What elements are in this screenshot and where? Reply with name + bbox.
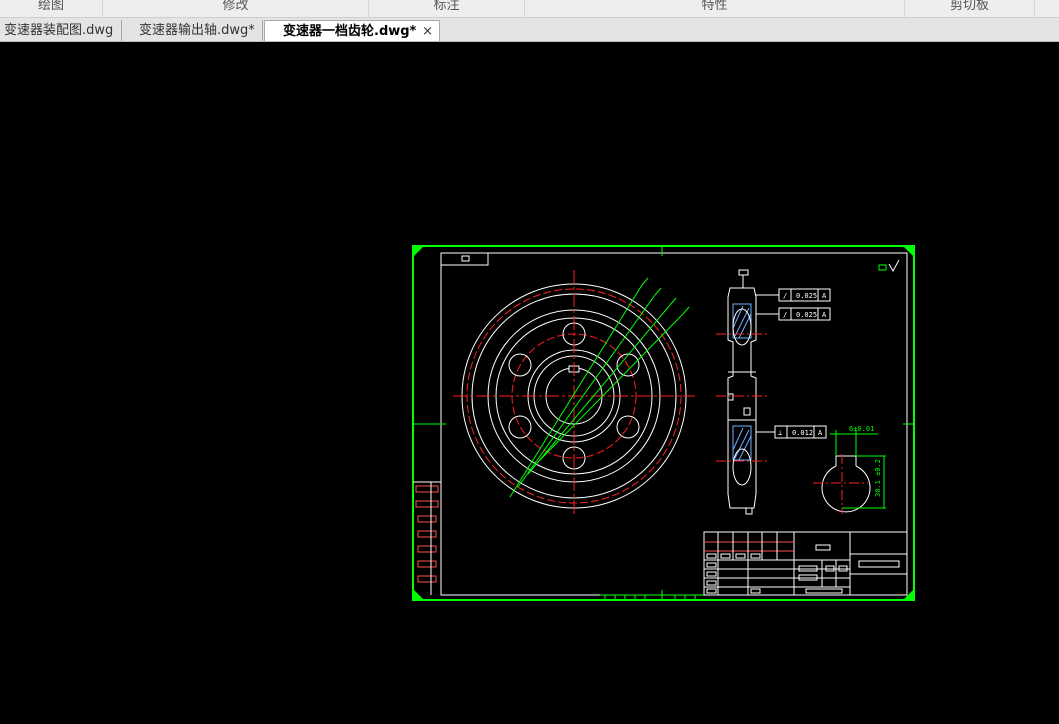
sheet-inner-frame [440,252,908,596]
keyway-width-dimension: 6±0.01 [849,425,874,433]
svg-text:/: / [783,292,787,300]
keyway-depth-dimension: 30.1 ±0.2 [874,459,882,497]
svg-text:A: A [822,292,827,300]
tab-assembly-drawing[interactable]: 变速器装配图.dwg [0,20,122,41]
ribbon-group-modify: 修改 [103,0,369,17]
sheet-outer-frame [412,245,915,601]
svg-text:A: A [822,311,827,319]
ribbon-group-annotate: 标注 [369,0,525,17]
tolerance-value-3: 0.012 [792,429,813,437]
tab-label: 变速器一档齿轮.dwg* [283,24,417,39]
tolerance-value-1: 0.025 [796,292,817,300]
ribbon-group-clipboard: 剪切板 [905,0,1035,17]
ribbon-group-properties: 特性 [525,0,905,17]
cad-drawing: 0.025 0.025 0.012 / A / A ⊥ A 6±0.01 30.1 ±… [412,245,915,601]
tolerance-value-2: 0.025 [796,311,817,319]
svg-text:A: A [818,429,823,437]
svg-text:⊥: ⊥ [778,429,782,437]
tab-label: 变速器装配图.dwg [4,23,114,38]
ribbon-group-draw: 绘图 [0,0,103,17]
gear-section-view [716,269,779,515]
svg-text:/: / [783,311,787,319]
title-block [703,531,908,596]
tab-label: 变速器输出轴.dwg* [139,23,255,38]
close-icon[interactable]: × [422,21,433,41]
tab-output-shaft[interactable]: 变速器输出轴.dwg* [123,20,263,41]
ribbon-group-labels: 绘图 修改 标注 特性 剪切板 [0,0,1059,18]
gear-front-view [453,270,695,517]
drawing-canvas[interactable]: 0.025 0.025 0.012 / A / A ⊥ A 6±0.01 30.1 ±… [0,42,1059,720]
document-tab-bar: 变速器装配图.dwg 变速器输出轴.dwg* 变速器一档齿轮.dwg* × [0,18,1059,42]
left-part-labels [415,485,439,583]
tab-first-gear[interactable]: 变速器一档齿轮.dwg* × [264,20,440,41]
